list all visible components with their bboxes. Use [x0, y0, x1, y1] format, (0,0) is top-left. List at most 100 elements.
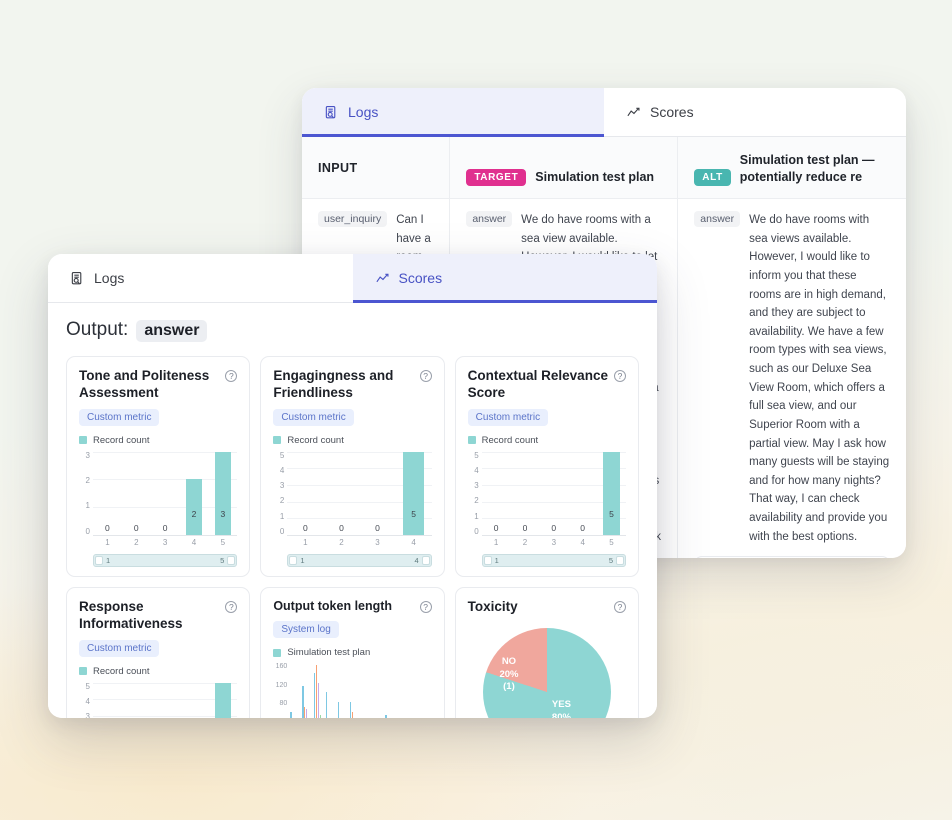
help-circle-icon[interactable]: ?: [419, 370, 432, 382]
help-circle-icon[interactable]: ?: [613, 370, 626, 382]
histogram-group: [373, 663, 384, 718]
x-axis: 12345: [493, 537, 614, 547]
histogram-group: 5632: [385, 663, 396, 718]
histogram-bar: 62: [351, 711, 353, 718]
y-axis: 543210: [474, 450, 479, 536]
card-title: Tone and Politeness Assessment: [79, 368, 210, 400]
bar-chart-contextual: 543210 0 0 0 0 5 1 2 3 4 5 1 5: [468, 450, 626, 567]
logs-icon: [70, 271, 85, 286]
histogram-bar: 102: [325, 692, 328, 718]
histogram-bar: 56: [385, 714, 387, 718]
chart-line-icon: [375, 271, 390, 286]
help-circle-icon[interactable]: ?: [613, 600, 626, 613]
alt-value: We do have rooms with sea views availabl…: [749, 214, 890, 543]
histogram-group: [361, 663, 372, 718]
histogram-group: 32: [409, 663, 420, 718]
column-header-label: INPUT: [318, 160, 358, 175]
card-title: Output token length: [273, 598, 393, 613]
pie-slice-label-no: NO 20% (1): [499, 655, 519, 693]
x-axis: 1234: [303, 537, 416, 547]
chart-legend: Record count: [273, 435, 431, 446]
help-circle-icon[interactable]: ?: [225, 600, 238, 613]
column-input: INPUT: [302, 137, 451, 198]
help-circle-icon[interactable]: ?: [225, 370, 238, 382]
help-circle-icon[interactable]: ?: [419, 600, 432, 613]
chart-legend: Record count: [79, 666, 237, 677]
legend-label: Record count: [93, 665, 150, 677]
table-header-row: INPUT TARGET Simulation test plan ALT Si…: [302, 137, 906, 199]
input-key-chip: user_inquiry: [318, 211, 388, 227]
metric-card-tone-politeness: Tone and Politeness Assessment ? Custom …: [66, 356, 251, 577]
card-title: Engagingness and Friendliness: [273, 368, 394, 400]
histogram-output-token-length: 16012080400 6240281147168140156120551025…: [273, 663, 431, 718]
pie-chart-toxicity: YES80%(4) NO20%(1): [468, 627, 626, 718]
back-window-tabbar: Logs Scores: [302, 88, 906, 137]
output-value[interactable]: answer: [136, 320, 208, 342]
pie-graphic: YES80%(4) NO20%(1): [482, 627, 611, 718]
tab-logs-back[interactable]: Logs: [302, 88, 604, 137]
histogram-group: [421, 663, 432, 718]
tab-label: Logs: [94, 270, 125, 286]
metric-card-grid: Tone and Politeness Assessment ? Custom …: [66, 356, 639, 718]
tab-label: Scores: [398, 270, 443, 286]
histogram-bar: 62: [290, 711, 292, 718]
metric-type-chip: Custom metric: [273, 408, 354, 426]
legend-label: Record count: [93, 434, 150, 446]
front-window-tabbar: Logs Scores: [48, 254, 657, 303]
column-target: TARGET Simulation test plan: [450, 137, 679, 198]
tab-label: Scores: [650, 104, 694, 120]
histogram-group: 4640: [397, 663, 408, 718]
chart-range-slider[interactable]: 15: [481, 553, 626, 567]
alt-key-chip: answer: [694, 211, 741, 227]
bar-chart-informativeness: 543210 0 0 0 0 5: [79, 682, 238, 718]
legend-swatch: [79, 436, 87, 445]
legend-swatch: [273, 436, 282, 445]
histogram-group: 10250463630: [325, 663, 337, 718]
tab-logs-front[interactable]: Logs: [48, 254, 353, 302]
pie-slice-label-yes: YES80%(4): [551, 699, 571, 718]
chart-range-slider[interactable]: 15: [93, 553, 238, 567]
badge-alt: ALT: [694, 169, 731, 186]
chart-legend: Record count: [467, 435, 626, 446]
y-axis: 3210: [85, 450, 90, 536]
card-title: Toxicity: [467, 598, 518, 614]
histogram-bar: 82: [337, 701, 340, 718]
badge-target: TARGET: [466, 169, 527, 186]
legend-label: Simulation test plan: [287, 647, 371, 659]
metric-card-response-informativeness: Response Informativeness ? Custom metric…: [66, 586, 251, 718]
legend-swatch: [467, 436, 476, 445]
legend-swatch: [273, 648, 282, 657]
plot-area: 0 0 0 5: [287, 451, 432, 536]
output-selector: Output: answer: [66, 319, 639, 342]
chart-legend: Simulation test plan: [273, 647, 431, 658]
plot-area: 0 0 0 2 3: [93, 451, 238, 536]
metric-type-chip: Custom metric: [79, 639, 160, 657]
histogram-bar: 120: [317, 683, 320, 718]
metric-card-contextual-relevance: Contextual Relevance Score ? Custom metr…: [454, 356, 639, 577]
histogram-bar: 55: [319, 715, 322, 718]
scores-body: Output: answer Tone and Politeness Asses…: [48, 303, 657, 718]
x-axis: 12345: [105, 537, 226, 547]
cell-alt: answer We do have rooms with sea views a…: [678, 199, 906, 558]
legend-swatch: [79, 667, 87, 675]
tab-scores-back[interactable]: Scores: [604, 88, 906, 136]
histogram-group: 624028: [290, 663, 301, 718]
bar-chart-tone: 3210 0 0 0 2 3 1 2 3 4 5 1 5: [79, 450, 238, 567]
logs-icon: [324, 105, 339, 120]
y-axis: 16012080400: [275, 663, 288, 707]
y-axis: 543210: [279, 450, 285, 536]
card-title: Contextual Relevance Score: [467, 368, 608, 400]
tab-scores-front[interactable]: Scores: [352, 254, 657, 303]
chart-range-slider[interactable]: 14: [287, 553, 432, 567]
metric-type-chip: Custom metric: [79, 408, 160, 426]
target-key-chip: answer: [466, 211, 513, 227]
output-label: Output:: [66, 319, 129, 340]
metric-card-output-token-length: Output token length ? System log Simulat…: [260, 586, 445, 718]
column-target-title: Simulation test plan: [535, 170, 655, 185]
metric-card-engagingness: Engagingness and Friendliness ? Custom m…: [260, 356, 445, 577]
histogram-group: 82622226: [349, 663, 361, 718]
tab-label: Logs: [348, 104, 379, 120]
column-alt: ALT Simulation test plan — potentially r…: [678, 137, 906, 198]
histogram-bar: 68: [305, 708, 308, 718]
histogram-group: 14015612055: [314, 663, 325, 718]
